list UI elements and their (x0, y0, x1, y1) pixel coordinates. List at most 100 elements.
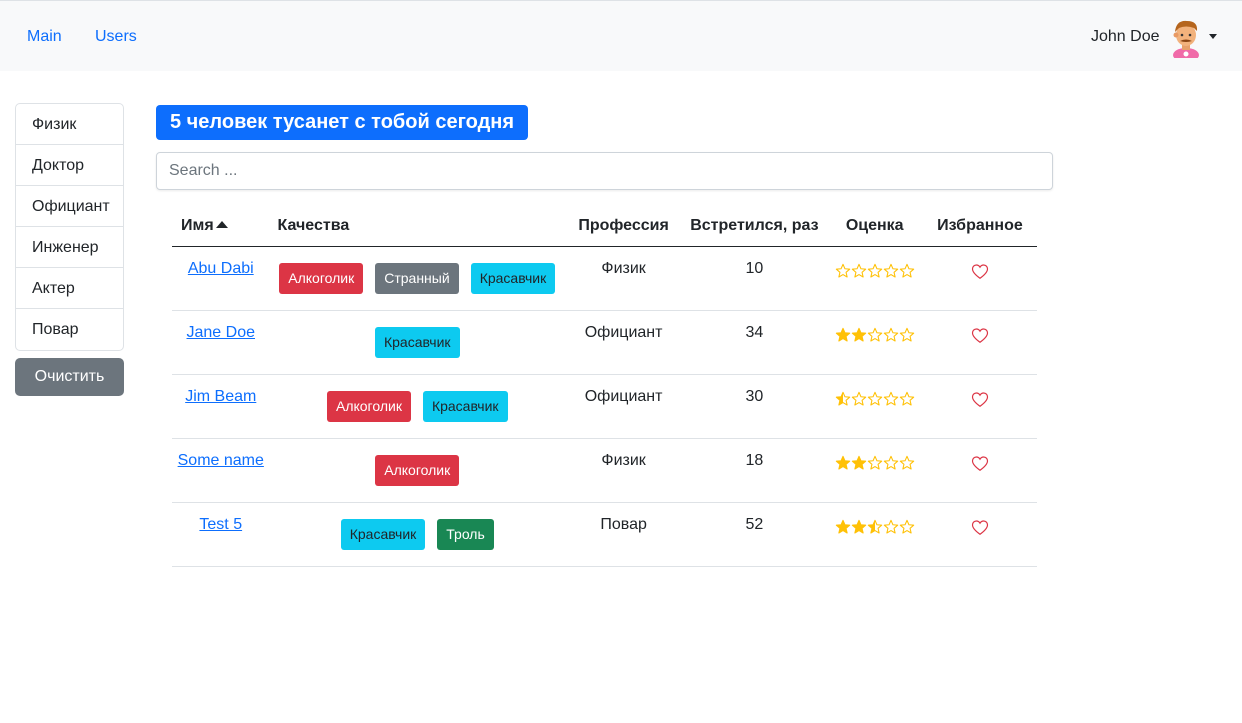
user-name[interactable]: John Doe (1091, 28, 1160, 46)
quality-badge: Троль (437, 518, 494, 550)
nav-link-users[interactable]: Users (95, 28, 137, 46)
cell-qualities: Красавчик Троль (269, 502, 565, 567)
quality-badge: Красавчик (422, 390, 508, 422)
cell-meetings: 10 (682, 246, 827, 311)
sidebar-item-doctor[interactable]: Доктор (16, 145, 123, 186)
user-link[interactable]: Some name (178, 452, 264, 469)
star-filled-icon (835, 455, 851, 476)
star-filled-icon (835, 327, 851, 348)
star-filled-icon (851, 327, 867, 348)
user-link[interactable]: Abu Dabi (188, 260, 254, 277)
heart-icon[interactable] (971, 455, 989, 477)
navbar: Main Users John Doe (0, 0, 1242, 71)
cell-profession: Физик (565, 438, 683, 503)
users-table: Имя Качества Профессия Встретился, раз О… (172, 206, 1037, 567)
nav-link-main[interactable]: Main (27, 28, 62, 46)
cell-meetings: 30 (682, 374, 827, 439)
sidebar-item-actor[interactable]: Актер (16, 268, 123, 309)
header-name[interactable]: Имя (172, 206, 270, 247)
star-empty-icon (851, 391, 867, 412)
cell-rating (826, 310, 923, 375)
cell-name: Some name (172, 438, 270, 503)
cell-meetings: 18 (682, 438, 827, 503)
table-row: Test 5 Красавчик Троль Повар 52 (172, 502, 1037, 567)
user-link[interactable]: Jane Doe (187, 324, 256, 341)
rating-stars (835, 519, 915, 540)
cell-name: Test 5 (172, 502, 270, 567)
search-input[interactable] (156, 152, 1053, 190)
header-rating[interactable]: Оценка (826, 206, 923, 247)
heart-icon[interactable] (971, 519, 989, 541)
user-link[interactable]: Test 5 (199, 516, 242, 533)
star-empty-icon (883, 263, 899, 284)
cell-favorite (922, 438, 1037, 503)
cell-rating (826, 438, 923, 503)
star-filled-icon (851, 455, 867, 476)
header-profession[interactable]: Профессия (565, 206, 683, 247)
star-empty-icon (899, 455, 915, 476)
header-name-label: Имя (181, 216, 214, 234)
user-dropdown-caret-icon[interactable] (1209, 34, 1217, 39)
cell-meetings: 34 (682, 310, 827, 375)
cell-qualities: Алкоголик Красавчик (269, 374, 565, 439)
star-half-icon (867, 519, 883, 540)
cell-profession: Официант (565, 374, 683, 439)
table-row: Abu Dabi Алкоголик Странный Красавчик Физик 1… (172, 246, 1037, 311)
cell-profession: Повар (565, 502, 683, 567)
star-empty-icon (899, 327, 915, 348)
quality-badge: Странный (375, 262, 459, 294)
star-filled-icon (851, 519, 867, 540)
avatar[interactable] (1166, 16, 1206, 58)
header-meetings[interactable]: Встретился, раз (682, 206, 827, 247)
cell-profession: Физик (565, 246, 683, 311)
cell-qualities: Алкоголик (269, 438, 565, 503)
heart-icon[interactable] (971, 263, 989, 285)
quality-badge: Красавчик (470, 262, 556, 294)
cell-name: Jim Beam (172, 374, 270, 439)
quality-badge: Красавчик (340, 518, 426, 550)
table-row: Some name Алкоголик Физик 18 (172, 438, 1037, 503)
star-empty-icon (899, 519, 915, 540)
table-row: Jane Doe Красавчик Официант 34 (172, 310, 1037, 375)
cell-favorite (922, 246, 1037, 311)
header-qualities[interactable]: Качества (269, 206, 565, 247)
star-empty-icon (835, 263, 851, 284)
cell-rating (826, 246, 923, 311)
user-link[interactable]: Jim Beam (185, 388, 256, 405)
heart-icon[interactable] (971, 391, 989, 413)
cell-favorite (922, 310, 1037, 375)
star-empty-icon (883, 455, 899, 476)
profession-filter-list: Физик Доктор Официант Инженер Актер Пова… (15, 103, 124, 351)
star-half-icon (835, 391, 851, 412)
table-header-row: Имя Качества Профессия Встретился, раз О… (172, 206, 1037, 247)
cell-name: Abu Dabi (172, 246, 270, 311)
clear-filter-button[interactable]: Очистить (15, 358, 124, 396)
star-empty-icon (899, 391, 915, 412)
sort-up-icon (215, 220, 228, 228)
heart-icon[interactable] (971, 327, 989, 349)
cell-meetings: 52 (682, 502, 827, 567)
sidebar-item-physicist[interactable]: Физик (16, 104, 123, 145)
star-empty-icon (851, 263, 867, 284)
star-empty-icon (867, 391, 883, 412)
quality-badge: Алкоголик (326, 390, 411, 422)
cell-favorite (922, 502, 1037, 567)
rating-stars (835, 391, 915, 412)
star-empty-icon (867, 263, 883, 284)
quality-badge: Красавчик (374, 326, 460, 358)
page-title: 5 человек тусанет с тобой сегодня (156, 105, 529, 140)
star-empty-icon (867, 327, 883, 348)
rating-stars (835, 455, 915, 476)
cell-profession: Официант (565, 310, 683, 375)
cell-favorite (922, 374, 1037, 439)
table-row: Jim Beam Алкоголик Красавчик Официант 30 (172, 374, 1037, 439)
cell-name: Jane Doe (172, 310, 270, 375)
quality-badge: Алкоголик (279, 262, 364, 294)
sidebar-item-engineer[interactable]: Инженер (16, 227, 123, 268)
sidebar-item-waiter[interactable]: Официант (16, 186, 123, 227)
rating-stars (835, 327, 915, 348)
header-favorite[interactable]: Избранное (922, 206, 1037, 247)
star-empty-icon (867, 455, 883, 476)
sidebar-item-cook[interactable]: Повар (16, 309, 123, 350)
cell-qualities: Красавчик (269, 310, 565, 375)
